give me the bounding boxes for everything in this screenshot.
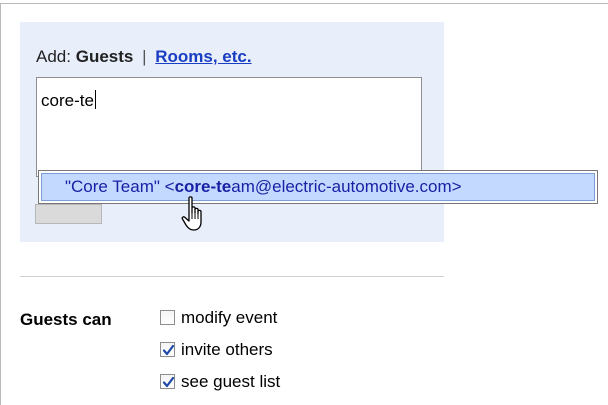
guest-email-input[interactable]: core-te [36,77,422,177]
rooms-link[interactable]: Rooms, etc. [155,47,251,66]
see-guest-list-label: see guest list [181,372,281,391]
section-divider [20,276,444,277]
see-guest-list-checkbox[interactable] [160,374,175,389]
add-guest-button[interactable] [35,204,102,224]
add-label: Add: [36,47,71,66]
invite-others-label: invite others [181,340,273,359]
window-top-border [0,3,608,4]
suggestion-match: core-te [174,177,232,196]
tab-separator: | [142,47,147,66]
modify-event-label: modify event [181,308,278,327]
checkmark-icon [162,344,175,356]
guests-can-label: Guests can [20,310,112,329]
invite-others-checkbox[interactable] [160,342,175,357]
hand-pointer-icon [181,195,211,239]
checkmark-icon [162,376,175,388]
add-guests-panel: Add: Guests | Rooms, etc. core-te [20,22,444,242]
guests-tab-label: Guests [75,47,134,66]
window-left-border [0,3,1,405]
modify-event-checkbox[interactable] [160,310,175,325]
suggestion-item-core-team[interactable]: "Core Team" <core-team@electric-automoti… [41,173,595,201]
guest-input-value: core-te [41,91,94,110]
add-header: Add: Guests | Rooms, etc. [36,47,252,67]
text-caret [94,90,96,109]
suggestion-name: "Core Team" < [65,177,175,196]
suggestion-email-rest: am@electric-automotive.com> [231,177,462,196]
autocomplete-dropdown: "Core Team" <core-team@electric-automoti… [38,170,598,204]
